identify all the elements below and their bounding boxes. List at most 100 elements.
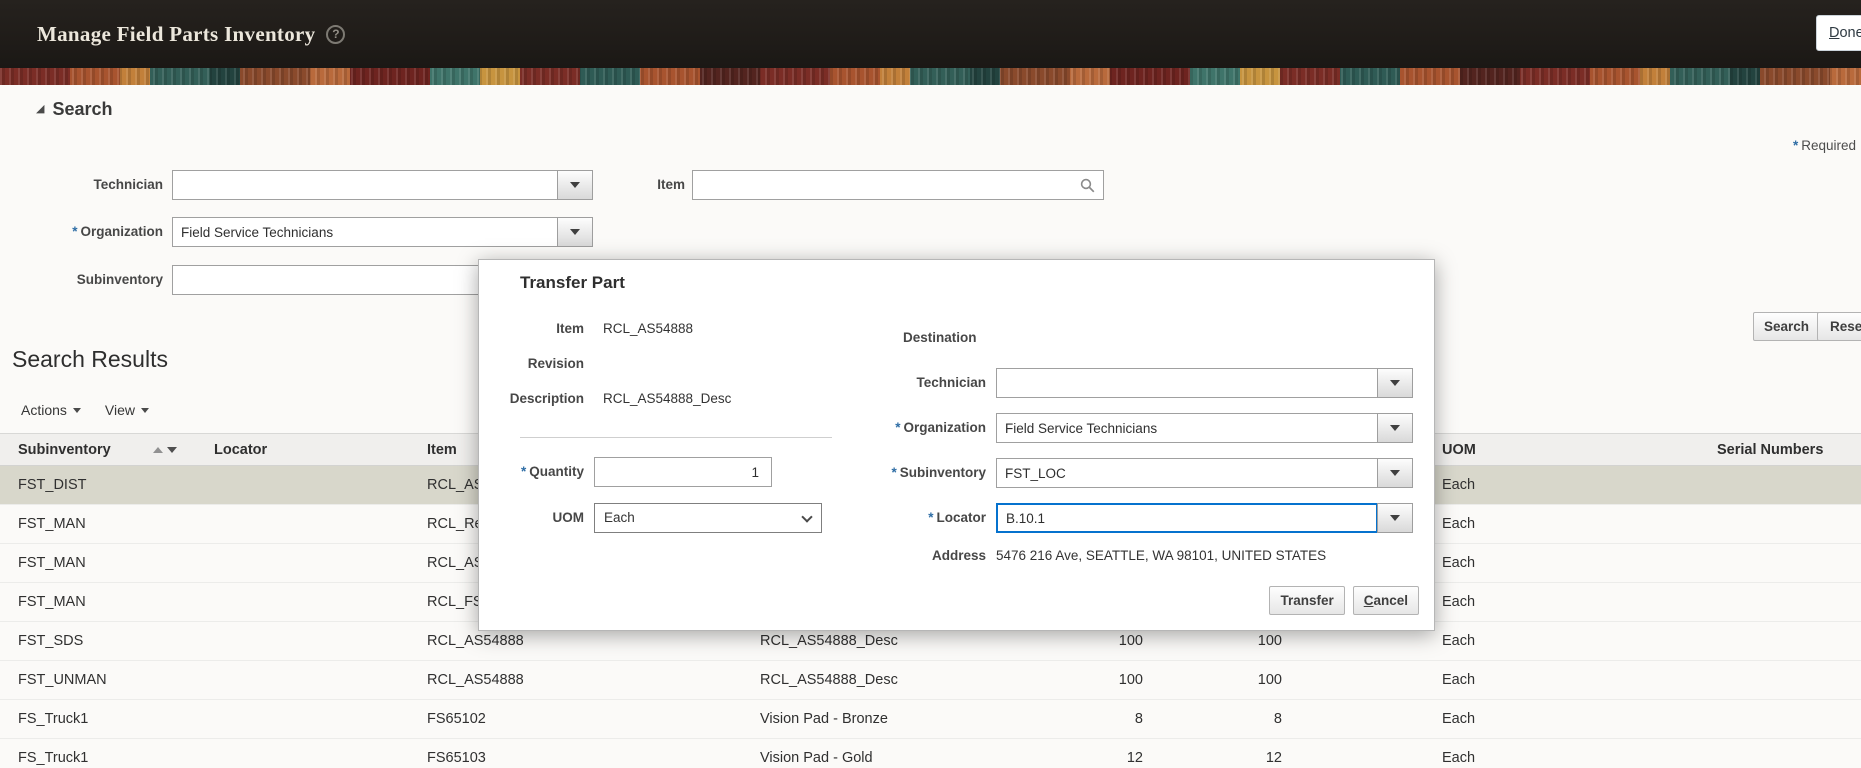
search-icon[interactable] <box>1080 178 1095 193</box>
search-button[interactable]: Search <box>1753 312 1821 341</box>
reset-button[interactable]: Reset <box>1817 312 1861 341</box>
cell-uom: Each <box>1442 711 1476 727</box>
dialog-description-value: RCL_AS54888_Desc <box>603 391 732 406</box>
dialog-description-label: Description <box>509 391 584 406</box>
chevron-down-icon <box>141 407 150 413</box>
table-row[interactable]: FST_UNMAN RCL_AS54888 RCL_AS54888_Desc 1… <box>0 661 1861 700</box>
cell-qty1: 100 <box>1118 633 1143 649</box>
organization-dropdown-button[interactable] <box>557 217 593 247</box>
dialog-technician-combobox <box>996 368 1413 398</box>
cell-description: Vision Pad - Gold <box>760 750 873 766</box>
cell-item: RCL_AS54888 <box>427 633 524 649</box>
app-header: Manage Field Parts Inventory ? Done <box>0 0 1861 68</box>
dialog-technician-dropdown-button[interactable] <box>1377 368 1413 398</box>
cell-subinventory: FST_SDS <box>18 633 84 649</box>
cell-subinventory: FS_Truck1 <box>18 711 89 727</box>
dialog-revision-label: Revision <box>527 356 584 371</box>
app-title-wrap: Manage Field Parts Inventory ? <box>37 21 346 47</box>
cell-subinventory: FST_MAN <box>18 555 86 571</box>
view-menu[interactable]: View <box>105 402 150 418</box>
dialog-item-label: Item <box>556 321 584 336</box>
cell-description: RCL_AS54888_Desc <box>760 672 898 688</box>
cell-uom: Each <box>1442 672 1476 688</box>
sort-descending-icon[interactable] <box>166 446 177 453</box>
column-header-uom[interactable]: UOM <box>1424 442 1716 458</box>
cell-description: Vision Pad - Bronze <box>760 711 888 727</box>
quantity-input[interactable] <box>594 457 772 487</box>
column-header-locator[interactable]: Locator <box>196 442 409 458</box>
dialog-organization-label: * Organization <box>895 420 986 435</box>
application-window: Manage Field Parts Inventory ? Done ◢ Se… <box>0 0 1861 768</box>
address-label: Address <box>931 548 986 563</box>
dialog-locator-dropdown-button[interactable] <box>1377 503 1413 533</box>
column-header-serial-numbers[interactable]: Serial Numbers <box>1716 442 1861 458</box>
search-section-title: Search <box>52 99 113 119</box>
table-row[interactable]: FS_Truck1 FS65102 Vision Pad - Bronze 8 … <box>0 700 1861 739</box>
cell-qty1: 12 <box>1126 750 1143 766</box>
dialog-organization-dropdown-button[interactable] <box>1377 413 1413 443</box>
organization-input[interactable] <box>172 217 558 247</box>
dialog-locator-label: * Locator <box>928 510 986 525</box>
cell-uom: Each <box>1442 516 1476 532</box>
cell-uom: Each <box>1442 594 1476 610</box>
cancel-button[interactable]: Cancel <box>1352 586 1419 615</box>
required-asterisk: * <box>1793 138 1799 153</box>
decorative-banner <box>0 68 1861 85</box>
technician-input[interactable] <box>172 170 558 200</box>
cell-subinventory: FST_DIST <box>18 477 87 493</box>
search-section-header[interactable]: ◢ Search <box>36 99 113 120</box>
cell-subinventory: FST_UNMAN <box>18 672 107 688</box>
transfer-button[interactable]: Transfer <box>1269 586 1345 615</box>
cell-subinventory: FS_Truck1 <box>18 750 89 766</box>
cell-qty1: 100 <box>1118 672 1143 688</box>
cell-item: FS65103 <box>427 750 486 766</box>
cell-qty1: 8 <box>1134 711 1143 727</box>
transfer-part-dialog: Transfer Part Item RCL_AS54888 Revision … <box>478 259 1435 631</box>
cell-item: FS65102 <box>427 711 486 727</box>
dialog-technician-label: Technician <box>916 375 986 390</box>
required-note-text: Required <box>1801 138 1857 153</box>
dialog-subinventory-dropdown-button[interactable] <box>1377 458 1413 488</box>
sort-controls <box>152 446 177 453</box>
cell-uom: Each <box>1442 555 1476 571</box>
item-search-field <box>692 170 1104 200</box>
help-icon[interactable]: ? <box>326 24 346 44</box>
subinventory-label: Subinventory <box>76 272 163 287</box>
required-note: * Required <box>1793 138 1856 153</box>
done-button[interactable]: Done <box>1816 15 1861 51</box>
cell-uom: Each <box>1442 750 1476 766</box>
page-title: Manage Field Parts Inventory <box>37 21 316 46</box>
required-asterisk: * <box>72 224 78 239</box>
actions-menu[interactable]: Actions <box>21 402 81 418</box>
cell-qty2: 100 <box>1257 633 1282 649</box>
cell-description: RCL_AS54888_Desc <box>760 633 898 649</box>
destination-label: Destination <box>903 330 977 345</box>
uom-label: UOM <box>552 510 585 525</box>
cell-qty2: 100 <box>1257 672 1282 688</box>
dialog-buttons: Transfer Cancel <box>1269 586 1419 615</box>
item-label: Item <box>657 177 685 192</box>
sort-ascending-icon[interactable] <box>152 446 163 453</box>
dialog-title: Transfer Part <box>520 273 625 292</box>
dialog-technician-input[interactable] <box>996 368 1378 398</box>
cell-qty2: 8 <box>1273 711 1282 727</box>
required-asterisk: * <box>520 464 527 479</box>
dialog-locator-combobox <box>996 503 1413 533</box>
required-asterisk: * <box>895 420 901 435</box>
item-input[interactable] <box>692 170 1104 200</box>
dialog-organization-input[interactable] <box>996 413 1378 443</box>
cell-subinventory: FST_MAN <box>18 516 86 532</box>
dialog-organization-combobox <box>996 413 1413 443</box>
collapse-triangle-icon[interactable]: ◢ <box>36 104 44 115</box>
results-title: Search Results <box>12 346 168 372</box>
dialog-subinventory-input[interactable] <box>996 458 1378 488</box>
dialog-locator-input[interactable] <box>996 503 1378 533</box>
address-value: 5476 216 Ave, SEATTLE, WA 98101, UNITED … <box>996 548 1327 563</box>
table-row[interactable]: FS_Truck1 FS65103 Vision Pad - Gold 12 1… <box>0 739 1861 768</box>
quantity-label: * Quantity <box>520 464 584 479</box>
column-header-subinventory[interactable]: Subinventory <box>0 442 196 458</box>
organization-combobox <box>172 217 593 247</box>
required-asterisk: * <box>928 510 934 525</box>
cell-uom: Each <box>1442 477 1476 493</box>
dialog-subinventory-label: * Subinventory <box>891 465 986 480</box>
